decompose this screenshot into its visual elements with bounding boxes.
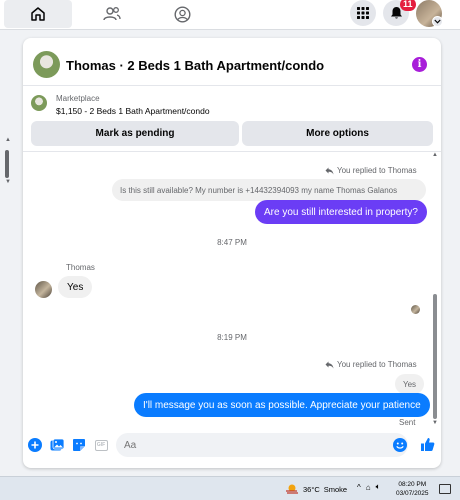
plus-circle-icon (28, 438, 42, 452)
profile-circle-icon (173, 5, 191, 23)
reply-label: You replied to Thomas (337, 166, 417, 175)
top-navigation: 11 (0, 0, 460, 30)
chat-title[interactable]: Thomas · 2 Beds 1 Bath Apartment/condo (66, 58, 324, 73)
smoke-weather-icon (286, 484, 298, 494)
account-menu-caret[interactable] (432, 16, 443, 27)
notification-count-badge: 11 (400, 0, 416, 11)
message-scroll-thumb[interactable] (433, 294, 437, 419)
page-scrollbar[interactable]: ▲ ▼ (0, 31, 12, 476)
clock-time: 08:20 PM (398, 481, 427, 488)
smiley-icon (393, 438, 407, 452)
listing-description[interactable]: $1,150 - 2 Beds 1 Bath Apartment/condo (56, 106, 210, 116)
notification-center-icon[interactable] (439, 484, 451, 494)
network-icon[interactable]: ⌂ (366, 483, 371, 492)
emoji-button[interactable] (392, 437, 408, 453)
like-button[interactable] (419, 436, 435, 452)
sticker-icon (73, 439, 85, 451)
more-options-button[interactable]: More options (242, 121, 433, 146)
thumbs-up-icon (420, 437, 434, 451)
chevron-down-icon (434, 19, 441, 24)
reply-indicator: You replied to Thomas (325, 166, 417, 175)
weather-condition: Smoke (323, 484, 348, 494)
timestamp: 8:47 PM (217, 238, 247, 247)
quoted-message[interactable]: Is this still available? My number is +1… (112, 179, 426, 201)
outgoing-message[interactable]: I'll message you as soon as possible. Ap… (134, 393, 430, 417)
listing-avatar[interactable] (33, 51, 60, 78)
gif-icon: GIF (94, 439, 108, 451)
incoming-message[interactable]: Yes (58, 276, 93, 298)
reply-arrow-icon (325, 167, 334, 174)
info-icon[interactable]: i (412, 57, 427, 72)
menu-grid-icon (357, 7, 369, 19)
nav-home-tab[interactable] (4, 0, 72, 28)
reply-label: You replied to Thomas (337, 360, 417, 369)
gif-button[interactable]: GIF (93, 437, 109, 453)
scroll-up-arrow-icon[interactable]: ▲ (432, 152, 438, 158)
nav-friends-tab[interactable] (92, 0, 132, 28)
reply-indicator: You replied to Thomas (325, 360, 417, 369)
message-input[interactable] (116, 433, 408, 457)
mark-as-pending-button[interactable]: Mark as pending (31, 121, 239, 146)
timestamp: 8:19 PM (217, 333, 247, 342)
chat-window: Thomas · 2 Beds 1 Bath Apartment/condo i… (23, 38, 441, 468)
scroll-up-arrow-icon[interactable]: ▲ (5, 137, 11, 143)
reply-arrow-icon (325, 361, 334, 368)
menu-button[interactable] (350, 0, 376, 26)
photo-button[interactable] (49, 437, 65, 453)
friends-icon (103, 7, 121, 21)
clock-date: 03/07/2025 (396, 490, 429, 497)
image-icon (50, 438, 64, 450)
message-status: Sent (399, 418, 416, 427)
weather-widget[interactable]: 36°C Smoke (285, 483, 347, 495)
nav-profile-tab[interactable] (162, 0, 202, 28)
scroll-down-arrow-icon[interactable]: ▼ (432, 420, 438, 426)
message-composer: GIF (23, 432, 441, 462)
weather-temperature: 36°C (303, 484, 320, 494)
chat-header: Thomas · 2 Beds 1 Bath Apartment/condo i (23, 38, 441, 86)
message-list: ▲ ▼ You replied to Thomas Is this still … (23, 152, 441, 427)
sender-name: Thomas (66, 263, 95, 272)
seen-by-avatar (411, 305, 420, 314)
page-scroll-thumb[interactable] (5, 150, 9, 178)
sticker-button[interactable] (71, 437, 87, 453)
quoted-message[interactable]: Yes (395, 374, 425, 394)
scroll-down-arrow-icon[interactable]: ▼ (5, 179, 11, 185)
system-taskbar: 36°C Smoke ^ ⌂ 🔈︎ 08:20 PM 03/07/2025 (0, 476, 460, 500)
outgoing-message[interactable]: Are you still interested in property? (255, 200, 427, 224)
system-tray: ^ ⌂ 🔈︎ (357, 482, 380, 492)
clock[interactable]: 08:20 PM 03/07/2025 (396, 480, 429, 498)
home-icon (31, 7, 45, 21)
add-circle-button[interactable] (27, 437, 43, 453)
listing-thumbnail[interactable] (31, 95, 47, 111)
marketplace-listing: Marketplace $1,150 - 2 Beds 1 Bath Apart… (23, 86, 441, 152)
listing-source: Marketplace (56, 94, 100, 103)
sender-avatar[interactable] (35, 281, 52, 298)
volume-icon[interactable]: 🔈︎ (376, 482, 381, 492)
tray-expand-icon[interactable]: ^ (357, 483, 361, 492)
